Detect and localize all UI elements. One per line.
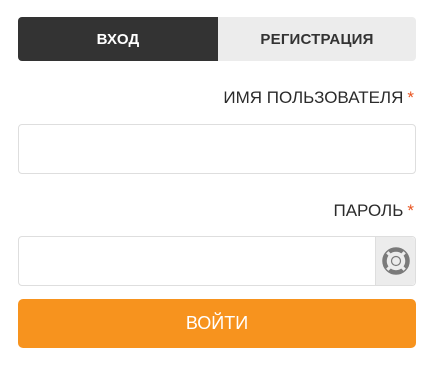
login-form-container: ВХОД РЕГИСТРАЦИЯ ИМЯ ПОЛЬЗОВАТЕЛЯ * ПАРОЛ… [0, 0, 432, 365]
username-label: ИМЯ ПОЛЬЗОВАТЕЛЯ * [223, 88, 414, 108]
login-submit-button[interactable]: ВОЙТИ [18, 299, 416, 348]
username-input[interactable] [19, 125, 415, 173]
required-mark: * [407, 201, 414, 220]
auth-tabs: ВХОД РЕГИСТРАЦИЯ [18, 17, 416, 61]
password-label-text: ПАРОЛЬ [333, 201, 404, 220]
lifebuoy-icon [381, 247, 410, 275]
password-field-wrapper [18, 236, 416, 286]
username-field-wrapper [18, 124, 416, 174]
required-mark: * [407, 88, 414, 107]
tab-login[interactable]: ВХОД [18, 17, 218, 61]
tab-register[interactable]: РЕГИСТРАЦИЯ [218, 17, 416, 61]
password-label: ПАРОЛЬ * [334, 201, 415, 221]
username-label-text: ИМЯ ПОЛЬЗОВАТЕЛЯ [223, 88, 404, 107]
password-toggle-button[interactable] [375, 237, 415, 285]
password-input[interactable] [19, 237, 375, 285]
